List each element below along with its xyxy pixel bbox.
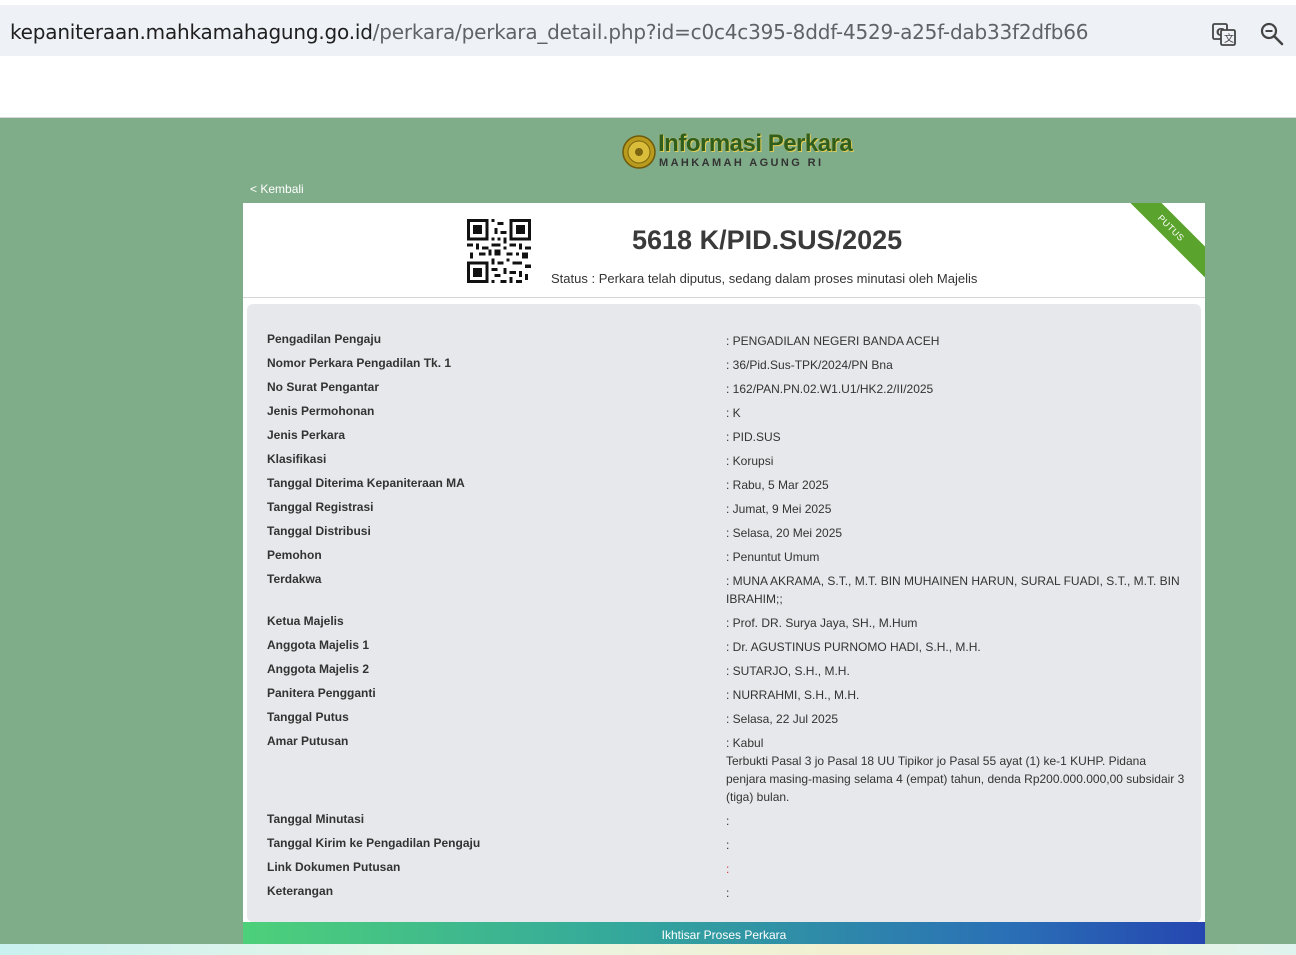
detail-value: : Jumat, 9 Mei 2025 bbox=[726, 502, 832, 516]
detail-label: Anggota Majelis 1 bbox=[267, 638, 370, 652]
detail-label: Tanggal Minutasi bbox=[267, 812, 365, 826]
detail-value: : MUNA AKRAMA, S.T., M.T. BIN MUHAINEN H… bbox=[726, 574, 1180, 606]
case-details-panel: Pengadilan Pengaju : PENGADILAN NEGERI BA… bbox=[247, 304, 1201, 922]
svg-text:文: 文 bbox=[1224, 32, 1234, 45]
bottom-strip bbox=[0, 944, 1296, 955]
emblem-icon bbox=[622, 135, 656, 169]
detail-label: Amar Putusan bbox=[267, 734, 349, 748]
detail-label: Tanggal Putus bbox=[267, 710, 349, 724]
detail-label: Pemohon bbox=[267, 548, 322, 562]
detail-value: : bbox=[726, 886, 730, 900]
detail-label: Klasifikasi bbox=[267, 452, 327, 466]
verdict-detail: Terbukti Pasal 3 jo Pasal 18 UU Tipikor … bbox=[726, 754, 1185, 804]
logo-title: Informasi Perkara bbox=[658, 130, 853, 157]
detail-value: : Selasa, 22 Jul 2025 bbox=[726, 712, 839, 726]
detail-value: : PENGADILAN NEGERI BANDA ACEH bbox=[726, 334, 940, 348]
detail-value: : Selasa, 20 Mei 2025 bbox=[726, 526, 843, 540]
url-host: kepaniteraan.mahkamahagung.go.id bbox=[10, 20, 373, 44]
detail-label: Tanggal Kirim ke Pengadilan Pengaju bbox=[267, 836, 481, 850]
case-status: Status : Perkara telah diputus, sedang d… bbox=[551, 271, 978, 286]
case-card: PUTUS 5618 K/PID.SUS/2025 Status : Perka… bbox=[243, 203, 1205, 944]
detail-label: Terdakwa bbox=[267, 572, 322, 586]
page-background: Informasi Perkara MAHKAMAH AGUNG RI < Ke… bbox=[0, 118, 1296, 944]
detail-label: Anggota Majelis 2 bbox=[267, 662, 370, 676]
case-number: 5618 K/PID.SUS/2025 bbox=[632, 225, 903, 255]
toolbar-strip bbox=[0, 56, 1296, 118]
detail-value: : bbox=[726, 838, 730, 852]
detail-label: Jenis Permohonan bbox=[267, 404, 375, 418]
address-bar[interactable]: kepaniteraan.mahkamahagung.go.id/perkara… bbox=[0, 5, 1296, 56]
logo-subtitle: MAHKAMAH AGUNG RI bbox=[659, 157, 824, 169]
detail-value: : 36/Pid.Sus-TPK/2024/PN Bna bbox=[726, 358, 893, 372]
detail-label: Tanggal Diterima Kepaniteraan MA bbox=[267, 476, 465, 490]
detail-label: Pengadilan Pengaju bbox=[267, 332, 382, 346]
qr-code-icon bbox=[467, 219, 531, 283]
detail-label: Panitera Pengganti bbox=[267, 686, 376, 700]
detail-label: Tanggal Registrasi bbox=[267, 500, 374, 514]
detail-value: : PID.SUS bbox=[726, 430, 781, 444]
detail-label: Ketua Majelis bbox=[267, 614, 344, 628]
url-path: /perkara/perkara_detail.php?id=c0c4c395-… bbox=[372, 20, 1089, 44]
detail-value: : Prof. DR. Surya Jaya, SH., M.Hum bbox=[726, 616, 918, 630]
detail-label: Link Dokumen Putusan bbox=[267, 860, 401, 874]
detail-label: No Surat Pengantar bbox=[267, 380, 380, 394]
detail-value: : K bbox=[726, 406, 741, 420]
verdict-value: : Kabul bbox=[726, 736, 764, 750]
detail-value: : NURRAHMI, S.H., M.H. bbox=[726, 688, 860, 702]
detail-label: Jenis Perkara bbox=[267, 428, 346, 442]
detail-value: : Korupsi bbox=[726, 454, 774, 468]
detail-label: Nomor Perkara Pengadilan Tk. 1 bbox=[267, 356, 452, 370]
site-logo[interactable]: Informasi Perkara MAHKAMAH AGUNG RI bbox=[622, 130, 853, 176]
document-link[interactable]: : bbox=[726, 862, 729, 876]
url-text[interactable]: kepaniteraan.mahkamahagung.go.id/perkara… bbox=[10, 20, 1088, 44]
zoom-icon[interactable] bbox=[1259, 21, 1285, 47]
detail-value: : bbox=[726, 814, 730, 828]
detail-value: : Rabu, 5 Mar 2025 bbox=[726, 478, 829, 492]
status-ribbon: PUTUS bbox=[1113, 203, 1205, 286]
translate-icon[interactable]: G 文 bbox=[1211, 21, 1237, 47]
detail-value: : Penuntut Umum bbox=[726, 550, 820, 564]
back-link[interactable]: < Kembali bbox=[250, 182, 304, 196]
detail-label: Keterangan bbox=[267, 884, 334, 898]
detail-value: : Kabul Terbukti Pasal 3 jo Pasal 18 UU T… bbox=[726, 734, 1186, 806]
detail-value[interactable]: : bbox=[726, 860, 1186, 878]
detail-value: : 162/PAN.PN.02.W1.U1/HK2.2/II/2025 bbox=[726, 382, 934, 396]
detail-label: Tanggal Distribusi bbox=[267, 524, 371, 538]
detail-value: : SUTARJO, S.H., M.H. bbox=[726, 664, 850, 678]
header-divider bbox=[243, 297, 1205, 298]
process-summary-bar[interactable]: Ikhtisar Proses Perkara bbox=[243, 922, 1205, 944]
detail-value: : Dr. AGUSTINUS PURNOMO HADI, S.H., M.H. bbox=[726, 640, 981, 654]
